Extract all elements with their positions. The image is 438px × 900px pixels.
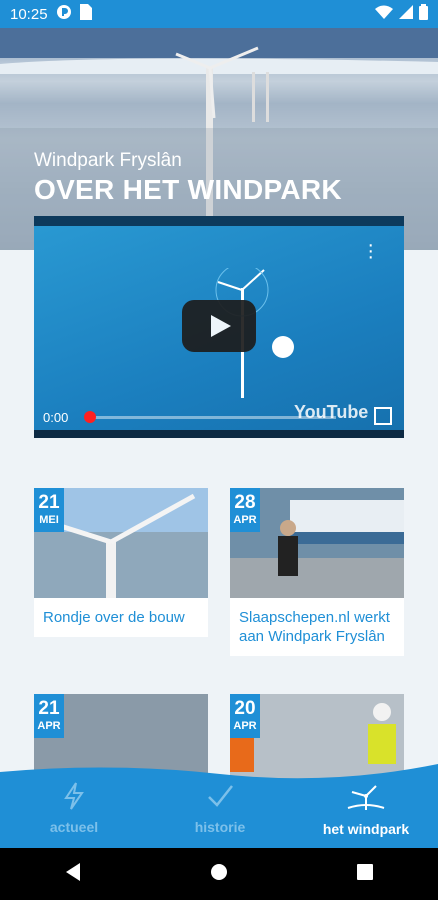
- boat-illustration: [272, 336, 294, 358]
- news-card[interactable]: 28 APR Slaapschepen.nl werkt aan Windpark…: [230, 488, 404, 656]
- system-navigation-bar: [0, 848, 438, 900]
- nav-item-het-windpark[interactable]: het windpark: [314, 782, 418, 837]
- date-badge: 28 APR: [230, 488, 260, 532]
- video-top-bar: [34, 216, 404, 226]
- video-time: 0:00: [43, 410, 69, 425]
- status-bar: 10:25: [0, 0, 438, 28]
- check-icon: [188, 782, 252, 813]
- news-card[interactable]: 21 MEI Rondje over de bouw: [34, 488, 208, 637]
- nav-item-historie[interactable]: historie: [188, 782, 252, 835]
- status-time: 10:25: [10, 5, 48, 23]
- hero-subtitle: Windpark Fryslân: [34, 150, 182, 171]
- home-icon[interactable]: [209, 862, 229, 887]
- back-icon[interactable]: [64, 862, 82, 887]
- fullscreen-icon[interactable]: [374, 407, 392, 425]
- youtube-logo[interactable]: YouTube: [294, 402, 368, 423]
- video-player[interactable]: · · · 0:00 YouTube: [34, 216, 404, 438]
- play-button[interactable]: [182, 300, 256, 352]
- more-options-icon[interactable]: · · ·: [367, 235, 374, 267]
- sim-card-icon: [79, 4, 92, 24]
- wifi-icon: [375, 5, 393, 23]
- date-badge: 21 MEI: [34, 488, 64, 532]
- app-notification-icon: [56, 4, 72, 24]
- recents-icon[interactable]: [356, 863, 374, 886]
- battery-icon: [419, 4, 428, 24]
- hero-title: OVER HET WINDPARK: [34, 174, 342, 205]
- card-title: Rondje over de bouw: [43, 609, 185, 626]
- card-title: Slaapschepen.nl werkt aan Windpark Frysl…: [239, 609, 390, 645]
- signal-icon: [399, 5, 413, 23]
- nav-label: historie: [194, 819, 246, 835]
- card-image: 21 MEI: [34, 488, 208, 598]
- card-image: 28 APR: [230, 488, 404, 598]
- windpark-icon: [314, 782, 418, 815]
- lightning-icon: [44, 782, 104, 813]
- video-scrubber[interactable]: [84, 411, 96, 423]
- nav-label: het windpark: [322, 821, 410, 837]
- video-bottom-bar: [34, 430, 404, 438]
- date-badge: 21 APR: [34, 694, 64, 738]
- nav-label: actueel: [49, 819, 99, 835]
- date-badge: 20 APR: [230, 694, 260, 738]
- nav-item-actueel[interactable]: actueel: [44, 782, 104, 835]
- bottom-navigation: actueel historie het windpark: [0, 762, 438, 848]
